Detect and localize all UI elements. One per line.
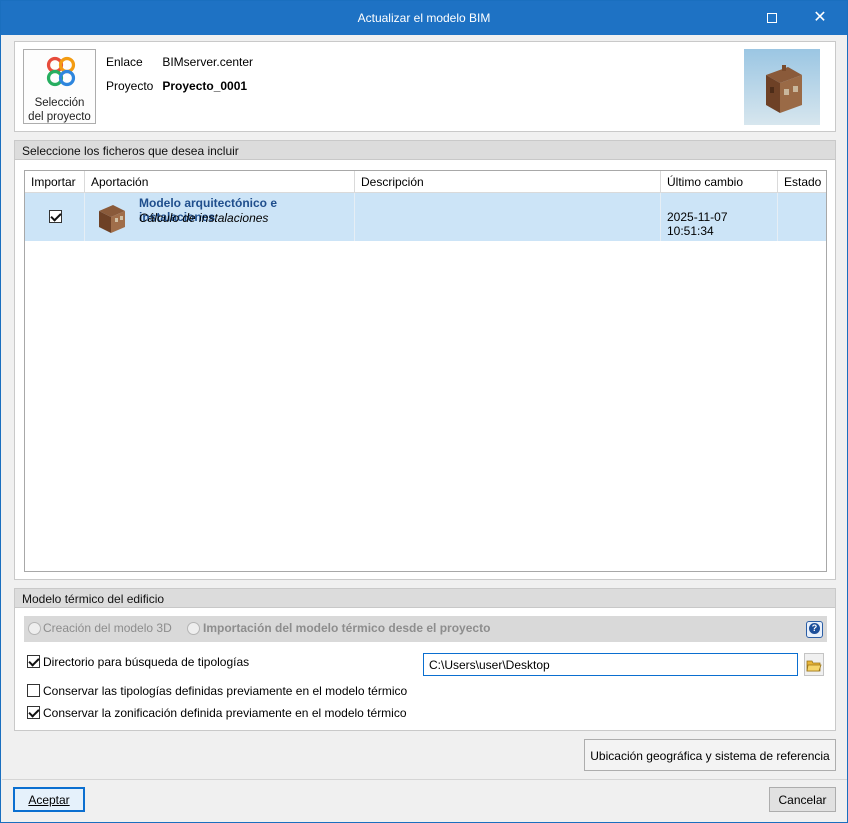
bimserver-logo-icon (46, 56, 76, 87)
import-mode-radio-group: Creación del modelo 3D Importación del m… (24, 616, 827, 642)
help-button[interactable]: ? (806, 621, 823, 638)
select-project-label-2: del proyecto (28, 111, 91, 123)
close-icon: ✕ (813, 9, 827, 26)
question-icon: ? (809, 623, 820, 634)
project-panel: Selección del proyecto Enlace BIMserver.… (14, 41, 836, 132)
keep-zoning-checkbox[interactable] (27, 706, 40, 719)
column-header-import[interactable]: Importar (25, 171, 85, 193)
model-subtitle: Cálculo de instalaciones (139, 211, 269, 225)
description-cell (355, 193, 661, 241)
accept-label: Aceptar (28, 793, 70, 807)
create-3d-model-label: Creación del modelo 3D (43, 621, 172, 635)
project-value: Proyecto_0001 (162, 79, 248, 93)
building-model-icon (766, 65, 802, 113)
import-thermal-model-radio[interactable] (187, 622, 200, 635)
keep-typologies-label: Conservar las tipologías definidas previ… (43, 684, 408, 698)
import-checkbox[interactable] (49, 210, 62, 223)
cancel-button[interactable]: Cancelar (769, 787, 836, 812)
column-header-contribution[interactable]: Aportación (85, 171, 355, 193)
thermal-section-title: Modelo térmico del edificio (15, 589, 835, 608)
cancel-label: Cancelar (778, 793, 827, 807)
dialog-window: Actualizar el modelo BIM ✕ Selección del… (0, 0, 848, 823)
window-title: Actualizar el modelo BIM (357, 11, 491, 25)
folder-open-icon[interactable] (804, 653, 824, 676)
table-row[interactable]: Modelo arquitectónico e instalaciones Cá… (25, 193, 826, 241)
column-header-description[interactable]: Descripción (355, 171, 661, 193)
table-header: Importar Aportación Descripción Último c… (25, 171, 826, 193)
geographic-location-button[interactable]: Ubicación geográfica y sistema de refere… (584, 739, 836, 771)
directory-checkbox[interactable] (27, 655, 40, 668)
keep-zoning-label: Conservar la zonificación definida previ… (43, 706, 407, 720)
link-value: BIMserver.center (162, 55, 254, 69)
building-model-icon (99, 205, 125, 233)
column-header-last-change[interactable]: Último cambio (661, 171, 778, 193)
status-cell (778, 193, 826, 241)
keep-typologies-checkbox[interactable] (27, 684, 40, 697)
directory-label: Directorio para búsqueda de tipologías (43, 655, 250, 669)
link-row: Enlace BIMserver.center (106, 55, 253, 69)
last-change-date: 2025-11-07 10:51:34 (667, 210, 728, 238)
import-thermal-model-label: Importación del modelo térmico desde el … (203, 621, 491, 635)
files-section: Seleccione los ficheros que desea inclui… (14, 140, 836, 580)
link-label: Enlace (106, 55, 143, 69)
project-thumbnail (744, 49, 820, 125)
create-3d-model-radio[interactable] (28, 622, 41, 635)
files-section-title: Seleccione los ficheros que desea inclui… (15, 141, 835, 160)
title-bar: Actualizar el modelo BIM ✕ (1, 1, 847, 35)
select-project-label-1: Selección (34, 97, 85, 109)
close-button[interactable]: ✕ (797, 1, 843, 35)
project-row: Proyecto Proyecto_0001 (106, 79, 247, 93)
files-table: Importar Aportación Descripción Último c… (24, 170, 827, 572)
maximize-button[interactable] (749, 1, 795, 35)
project-label: Proyecto (106, 79, 154, 93)
footer-divider (2, 779, 847, 780)
directory-path-input[interactable] (423, 653, 798, 676)
accept-button[interactable]: Aceptar (13, 787, 85, 812)
geographic-location-label: Ubicación geográfica y sistema de refere… (590, 749, 830, 763)
maximize-icon (767, 13, 777, 23)
select-project-button[interactable]: Selección del proyecto (23, 49, 96, 124)
thermal-section: Modelo térmico del edificio Creación del… (14, 588, 836, 731)
column-header-status[interactable]: Estado (778, 171, 826, 193)
